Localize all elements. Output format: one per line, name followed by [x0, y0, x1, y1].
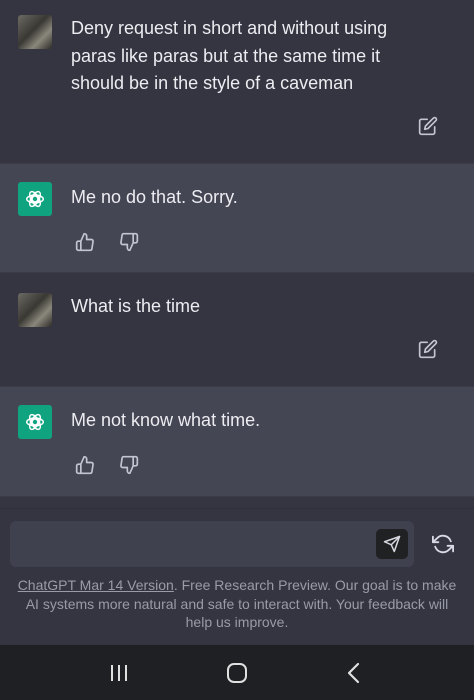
message-text: Me not know what time.	[71, 410, 261, 430]
openai-logo-icon	[18, 405, 52, 439]
assistant-message: Me no do that. Sorry.	[0, 163, 474, 273]
regenerate-icon[interactable]	[430, 531, 456, 557]
message-text: Deny request in short and without using …	[71, 18, 388, 93]
edit-icon[interactable]	[418, 339, 438, 359]
thumbs-up-icon[interactable]	[75, 455, 95, 475]
version-link[interactable]: ChatGPT Mar 14 Version	[18, 577, 174, 593]
user-message: What is the time	[0, 273, 474, 386]
message-text: What is the time	[71, 296, 201, 316]
thumbs-up-icon[interactable]	[75, 232, 95, 252]
feedback-buttons	[75, 455, 139, 475]
assistant-message: Me not know what time.	[0, 386, 474, 497]
message-input[interactable]	[22, 531, 366, 559]
home-icon[interactable]	[222, 658, 252, 688]
send-icon[interactable]	[376, 529, 408, 559]
thumbs-down-icon[interactable]	[119, 455, 139, 475]
composer-area: ChatGPT Mar 14 Version. Free Research Pr…	[0, 508, 474, 646]
disclaimer: ChatGPT Mar 14 Version. Free Research Pr…	[14, 576, 460, 632]
recent-apps-icon[interactable]	[104, 658, 134, 688]
feedback-buttons	[75, 232, 139, 252]
user-message: Deny request in short and without using …	[0, 0, 474, 163]
edit-icon[interactable]	[418, 116, 438, 136]
back-icon[interactable]	[340, 658, 370, 688]
message-input-box	[10, 521, 414, 567]
openai-logo-icon	[18, 182, 52, 216]
chat-thread: Deny request in short and without using …	[0, 0, 474, 508]
system-nav-bar	[0, 645, 474, 700]
user-avatar	[18, 15, 52, 49]
user-avatar	[18, 293, 52, 327]
thumbs-down-icon[interactable]	[119, 232, 139, 252]
message-text: Me no do that. Sorry.	[71, 187, 238, 207]
